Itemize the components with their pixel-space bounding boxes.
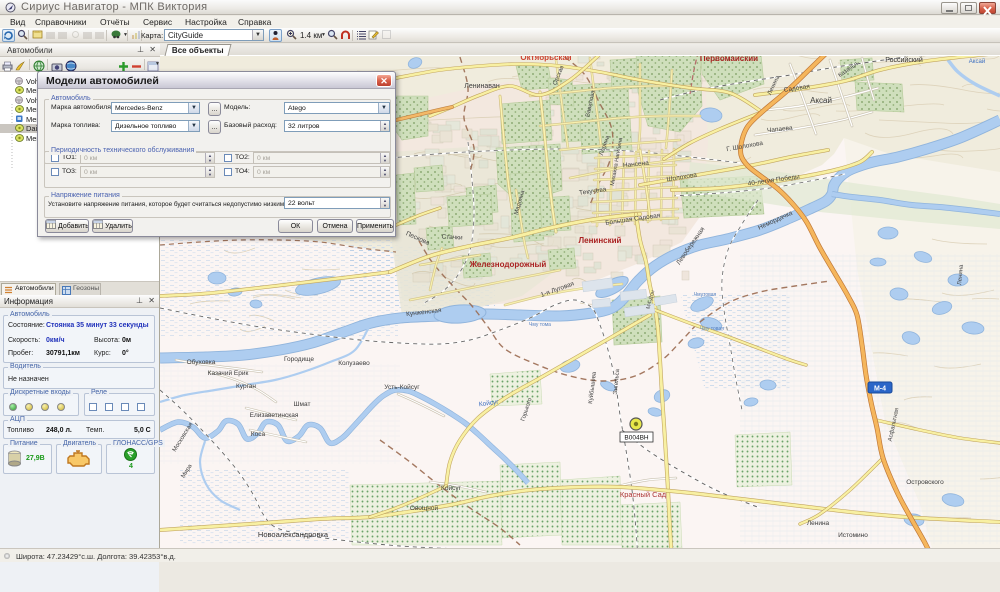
svg-text:Чмутовая: Чмутовая [694, 292, 717, 298]
svg-text:Чму тома: Чму тома [529, 322, 551, 328]
svg-text:Новоалександровка: Новоалександровка [258, 530, 329, 539]
svg-text:Казачий Ерик: Казачий Ерик [208, 369, 249, 377]
svg-text:Овощной: Овощной [410, 504, 439, 512]
svg-text:Железнодорожный: Железнодорожный [469, 260, 547, 269]
svg-text:Ленинский: Ленинский [579, 236, 622, 245]
svg-text:Стачки: Стачки [441, 233, 463, 241]
svg-text:Обуховка: Обуховка [187, 358, 216, 366]
svg-text:Елизаветинская: Елизаветинская [250, 412, 299, 419]
svg-text:Курган: Курган [236, 383, 256, 390]
svg-text:Российский: Российский [885, 56, 923, 64]
svg-text:Ленина: Ленина [807, 520, 830, 527]
svg-text:Островского: Островского [906, 479, 944, 486]
svg-text:Аксай: Аксай [810, 96, 832, 105]
svg-text:Колузаево: Колузаево [338, 360, 370, 367]
svg-text:Койсуг: Койсуг [441, 484, 462, 492]
svg-text:M-4: M-4 [874, 386, 886, 393]
svg-text:Городище: Городище [284, 356, 314, 363]
svg-text:Аксай: Аксай [969, 58, 985, 65]
svg-text:Шмат: Шмат [294, 401, 311, 408]
svg-text:В004ВН: В004ВН [624, 435, 649, 442]
svg-text:Усть-Койсуг: Усть-Койсуг [384, 383, 420, 391]
svg-text:Красный Сад: Красный Сад [620, 490, 667, 499]
svg-text:Чму товая: Чму товая [700, 326, 724, 332]
svg-text:Истомино: Истомино [838, 532, 868, 539]
svg-text:Коса: Коса [251, 431, 266, 438]
svg-text:Ленинаван: Ленинаван [464, 83, 500, 90]
